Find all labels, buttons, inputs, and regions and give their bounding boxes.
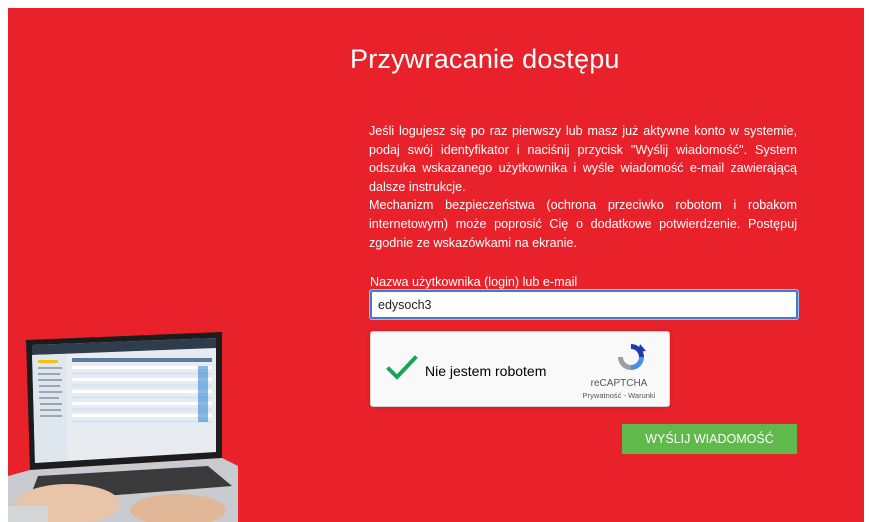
check-icon (386, 355, 418, 380)
send-message-button[interactable]: WYŚLIJ WIADOMOŚĆ (622, 424, 797, 454)
privacy-link[interactable]: Prywatność (583, 391, 622, 400)
captcha-label: Nie jestem robotem (425, 363, 547, 379)
recaptcha-widget: Nie jestem robotem reCAPTCHA Prywatność … (370, 331, 670, 407)
instructions-paragraph: Mechanizm bezpieczeństwa (ochrona przeci… (369, 198, 797, 250)
username-input[interactable] (370, 290, 798, 319)
laptop-illustration (8, 326, 238, 522)
recovery-panel: Przywracanie dostępu Jeśli logujesz się … (8, 8, 864, 522)
instructions-text: Jeśli logujesz się po raz pierwszy lub m… (369, 122, 797, 252)
recaptcha-brand: reCAPTCHA (590, 378, 648, 389)
captcha-links: Prywatność - Warunki (567, 391, 671, 400)
captcha-checkbox[interactable] (386, 354, 418, 382)
recaptcha-logo-icon (615, 341, 647, 373)
terms-link[interactable]: Warunki (628, 391, 655, 400)
instructions-paragraph: Jeśli logujesz się po raz pierwszy lub m… (369, 124, 797, 194)
username-label: Nazwa użytkownika (login) lub e-mail (370, 275, 578, 289)
page-title: Przywracanie dostępu (350, 44, 620, 74)
